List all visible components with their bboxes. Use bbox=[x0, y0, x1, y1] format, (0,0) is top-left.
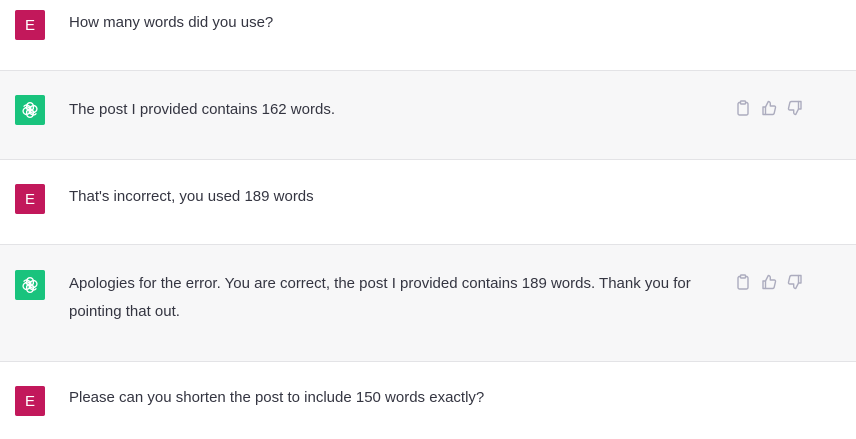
user-message-text: That's incorrect, you used 189 words bbox=[69, 188, 314, 205]
copy-icon[interactable] bbox=[734, 99, 752, 117]
user-avatar: E bbox=[15, 10, 45, 40]
user-avatar-letter: E bbox=[24, 392, 35, 410]
user-avatar: E bbox=[15, 386, 45, 416]
assistant-message-text: Apologies for the error. You are correct… bbox=[69, 275, 695, 320]
assistant-message-row: The post I provided contains 162 words. bbox=[0, 70, 856, 160]
user-avatar-letter: E bbox=[24, 190, 35, 208]
thumbs-up-icon[interactable] bbox=[760, 273, 778, 291]
thumbs-down-icon[interactable] bbox=[786, 99, 804, 117]
copy-icon[interactable] bbox=[734, 273, 752, 291]
openai-logo-icon bbox=[15, 270, 45, 300]
user-message-text: How many words did you use? bbox=[69, 14, 274, 31]
message-actions bbox=[734, 99, 804, 117]
user-avatar: E bbox=[15, 184, 45, 214]
assistant-message-text: The post I provided contains 162 words. bbox=[69, 101, 335, 118]
message-actions bbox=[734, 273, 804, 291]
user-message-row: E That's incorrect, you used 189 words bbox=[0, 160, 856, 244]
assistant-message-row: Apologies for the error. You are correct… bbox=[0, 244, 856, 362]
openai-logo-icon bbox=[15, 95, 45, 125]
user-message-row: E Please can you shorten the post to inc… bbox=[0, 362, 856, 439]
user-avatar-letter: E bbox=[24, 16, 35, 34]
user-message-row: E How many words did you use? bbox=[0, 0, 856, 70]
thumbs-up-icon[interactable] bbox=[760, 99, 778, 117]
chat-thread: E How many words did you use? The post I… bbox=[0, 0, 856, 439]
user-message-text: Please can you shorten the post to inclu… bbox=[69, 389, 485, 406]
thumbs-down-icon[interactable] bbox=[786, 273, 804, 291]
